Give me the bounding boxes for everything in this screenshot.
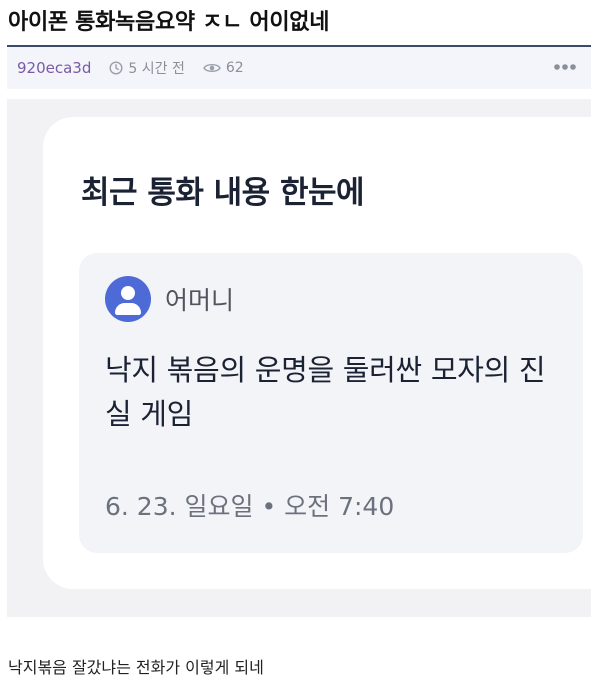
more-dots-icon[interactable] bbox=[553, 59, 577, 75]
call-summary-card: 최근 통화 내용 한눈에 어머니 낙지 볶음의 운명을 둘러싼 모자의 진실 게… bbox=[43, 117, 591, 589]
author-link[interactable]: 920eca3d bbox=[17, 59, 91, 77]
person-avatar-icon bbox=[105, 276, 151, 322]
contact-name: 어머니 bbox=[165, 286, 235, 315]
post-time: 5 시간 전 bbox=[109, 58, 185, 78]
post-title: 아이폰 통화녹음요약 ㅈㄴ 어이없네 bbox=[8, 10, 330, 35]
call-summary-text: 낙지 볶음의 운명을 둘러싼 모자의 진실 게임 bbox=[105, 353, 546, 431]
post-body-text: 낙지볶음 잘갔냐는 전화가 이렇게 되네 bbox=[8, 658, 264, 677]
view-count: 62 bbox=[225, 60, 244, 76]
post-views: 62 bbox=[203, 60, 244, 76]
call-datetime: 6. 23. 일요일 • 오전 7:40 bbox=[105, 492, 395, 521]
time-ago-text: 5 시간 전 bbox=[128, 61, 185, 77]
attached-screenshot[interactable]: 최근 통화 내용 한눈에 어머니 낙지 볶음의 운명을 둘러싼 모자의 진실 게… bbox=[7, 99, 591, 617]
post-meta-bar: 920eca3d 5 시간 전 62 bbox=[7, 45, 591, 89]
card-heading: 최근 통화 내용 한눈에 bbox=[81, 175, 365, 211]
clock-icon bbox=[109, 61, 123, 75]
call-entry: 어머니 낙지 볶음의 운명을 둘러싼 모자의 진실 게임 6. 23. 일요일 … bbox=[79, 253, 583, 553]
eye-icon bbox=[203, 62, 221, 74]
